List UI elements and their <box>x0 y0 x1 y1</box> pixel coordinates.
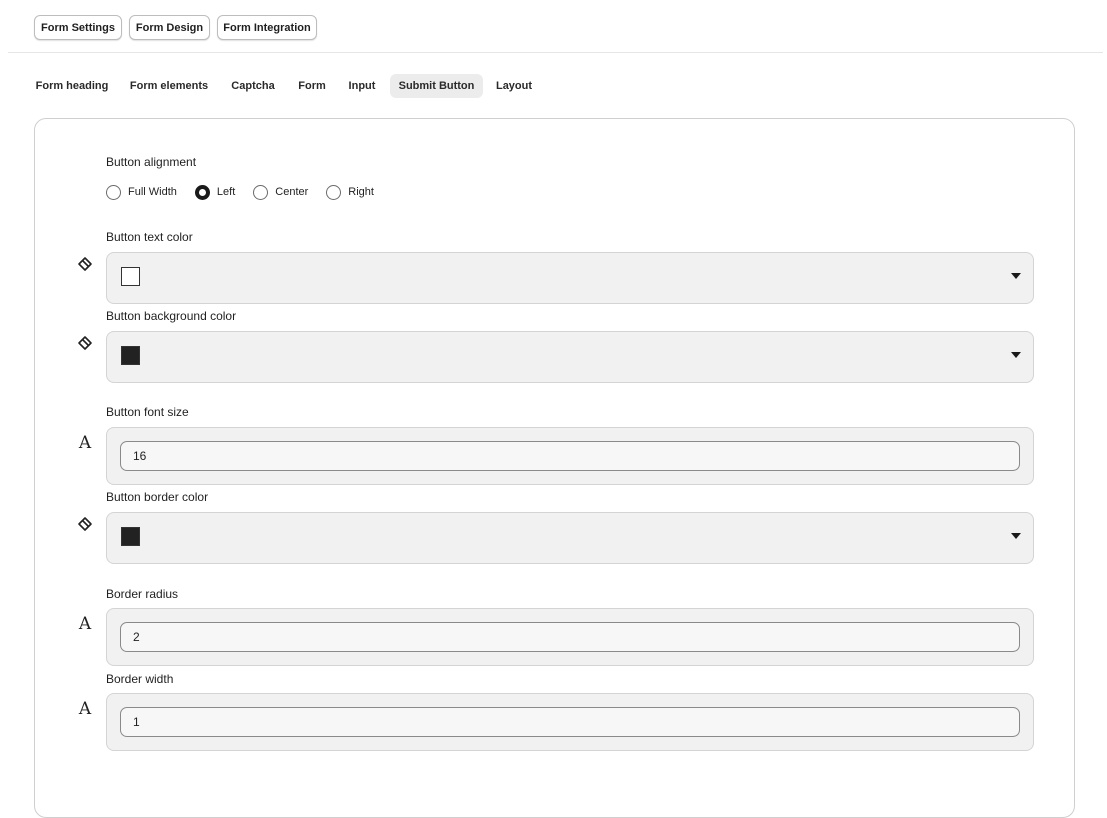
button-alignment-radio-group: Full Width Left Center Right <box>106 184 392 200</box>
border-width-field <box>106 693 1034 751</box>
button-font-size-field <box>106 427 1034 485</box>
button-text-color-select[interactable] <box>106 252 1034 304</box>
border-radius-label: Border radius <box>106 587 179 601</box>
border-width-label: Border width <box>106 672 174 686</box>
radio-label: Center <box>275 186 309 198</box>
color-swatch <box>121 267 140 286</box>
radio-circle[interactable] <box>326 184 342 200</box>
tab-captcha[interactable]: Captcha <box>224 74 282 98</box>
color-swatch <box>121 527 140 546</box>
tab-form[interactable]: Form <box>292 74 332 98</box>
tab-submit-button[interactable]: Submit Button <box>390 74 483 98</box>
radio-label: Right <box>348 186 374 198</box>
radio-label: Full Width <box>128 186 177 198</box>
tab-layout[interactable]: Layout <box>490 74 538 98</box>
tab-form-elements[interactable]: Form elements <box>124 74 214 98</box>
radio-center[interactable]: Center <box>253 184 309 200</box>
paint-bucket-icon <box>76 255 94 273</box>
chevron-down-icon[interactable] <box>1011 273 1021 279</box>
radio-right[interactable]: Right <box>326 184 374 200</box>
tab-input[interactable]: Input <box>342 74 382 98</box>
button-font-size-label: Button font size <box>106 405 189 419</box>
button-font-size-input[interactable] <box>120 441 1020 471</box>
paint-bucket-icon <box>76 334 94 352</box>
radio-left[interactable]: Left <box>194 184 236 200</box>
chevron-down-icon[interactable] <box>1011 352 1021 358</box>
form-integration-button[interactable]: Form Integration <box>217 15 317 40</box>
border-radius-field <box>106 608 1034 666</box>
form-design-button[interactable]: Form Design <box>129 15 210 40</box>
chevron-down-icon[interactable] <box>1011 533 1021 539</box>
radio-circle[interactable] <box>253 184 269 200</box>
button-background-color-label: Button background color <box>106 309 237 323</box>
button-text-color-label: Button text color <box>106 230 193 244</box>
paint-bucket-icon <box>76 515 94 533</box>
color-swatch <box>121 346 140 365</box>
font-icon: A <box>78 613 92 634</box>
font-icon: A <box>78 432 92 453</box>
form-settings-button[interactable]: Form Settings <box>34 15 122 40</box>
tab-form-heading[interactable]: Form heading <box>30 74 114 98</box>
button-background-color-select[interactable] <box>106 331 1034 383</box>
button-border-color-select[interactable] <box>106 512 1034 564</box>
radio-label: Left <box>216 186 236 198</box>
radio-full-width[interactable]: Full Width <box>106 184 177 200</box>
header-divider <box>8 52 1103 53</box>
border-radius-input[interactable] <box>120 622 1020 652</box>
button-alignment-label: Button alignment <box>106 155 197 169</box>
font-icon: A <box>78 698 92 719</box>
radio-circle-selected[interactable] <box>194 184 210 200</box>
border-width-input[interactable] <box>120 707 1020 737</box>
button-border-color-label: Button border color <box>106 490 209 504</box>
radio-circle[interactable] <box>106 184 121 200</box>
